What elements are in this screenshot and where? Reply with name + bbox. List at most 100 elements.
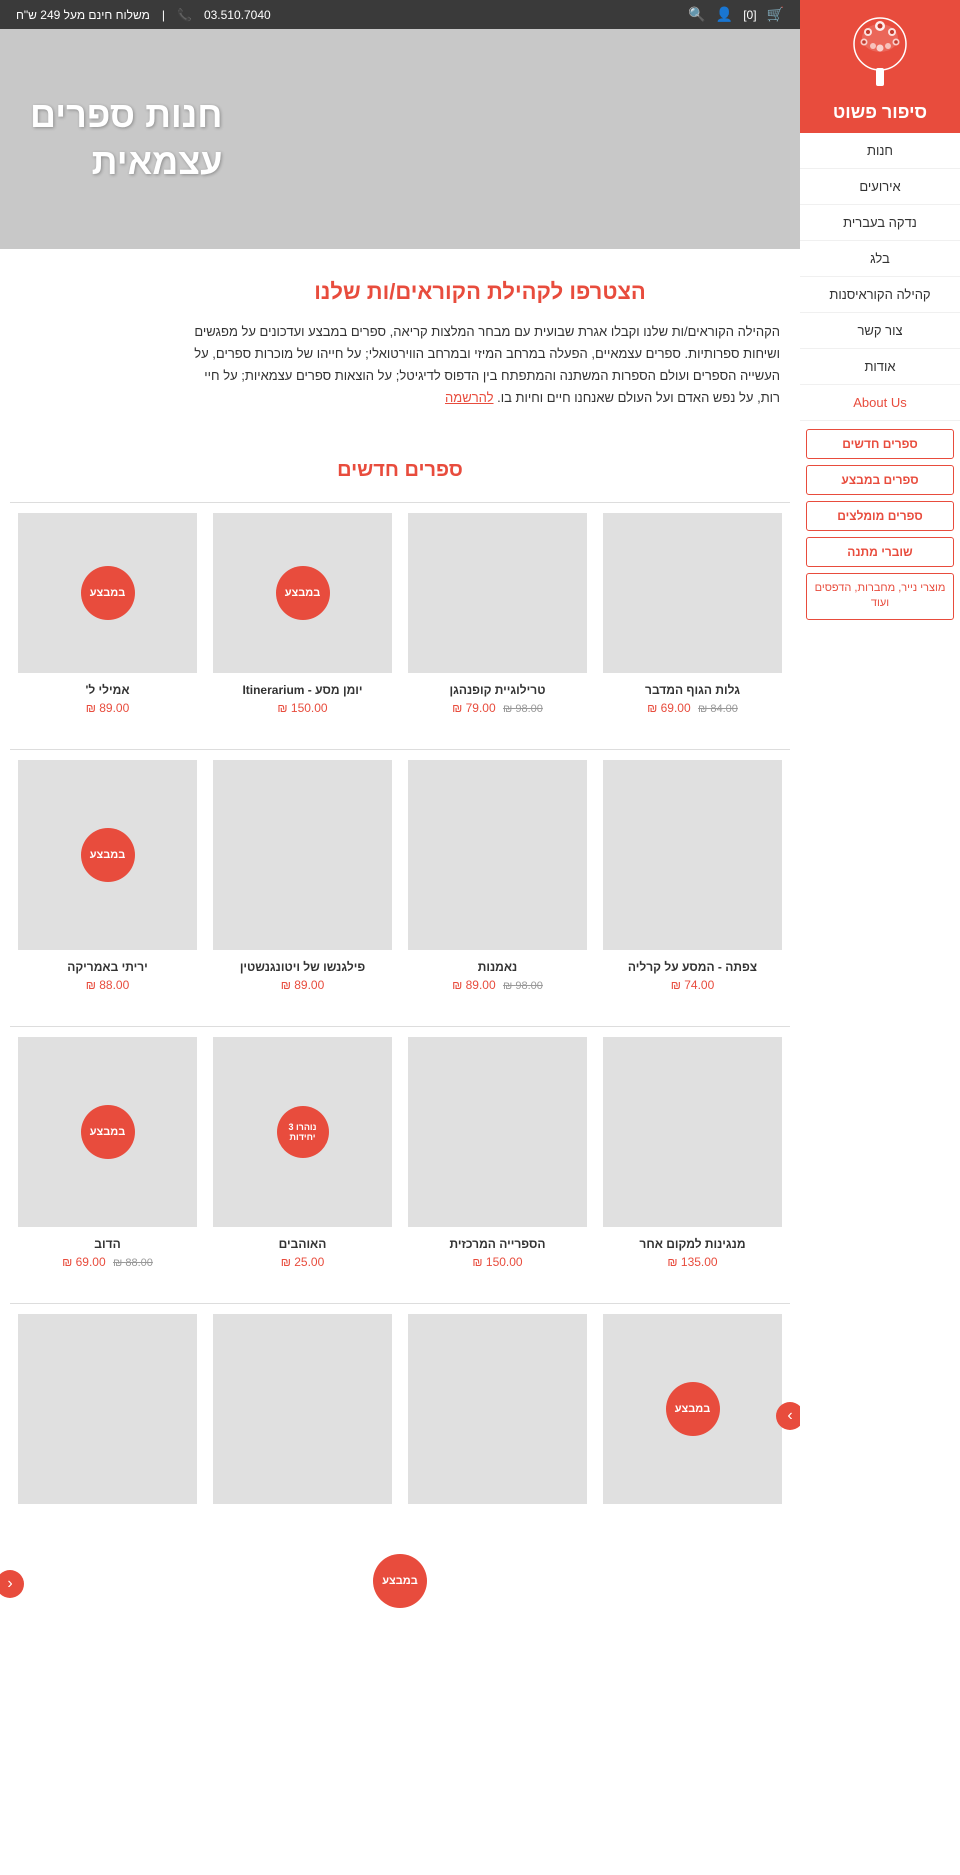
logo-text: סיפור פשוט [810,102,950,123]
topbar-left: 🛒 [0] 👤 🔍 [688,6,784,23]
book-item: טרילוגיית קופנהגן 98.00 ₪ 79.00 ₪ [400,502,595,729]
btn-new-books[interactable]: ספרים חדשים [806,429,954,459]
badge-sale[interactable]: במבצע [81,1105,135,1159]
books-grid-2: צפתה - המסע על קרליה 74.00 ₪ נאמנות 98.0… [10,749,790,1006]
book-item [10,1303,205,1528]
book-price: 88.00 ₪ [18,978,197,992]
book-price: 25.00 ₪ [213,1255,392,1269]
book-item: הספרייה המרכזית 150.00 ₪ [400,1026,595,1283]
book-cover [408,760,587,950]
book-price: 89.00 ₪ [18,701,197,715]
phone-icon: 📞 [177,8,192,22]
sidebar: סיפור פשוט חנות אירועים נדקה בעברית בלג … [800,0,960,1875]
book-price: 84.00 ₪ 69.00 ₪ [603,701,782,715]
books-grid-1: גלות הגוף המדבר 84.00 ₪ 69.00 ₪ טרילוגיי… [10,502,790,729]
nav-item-hebrew[interactable]: נדקה בעברית [800,205,960,241]
btn-gift-voucher[interactable]: שוברי מתנה [806,537,954,567]
book-cover: במבצע [213,513,392,673]
shipping-text: משלוח חינם מעל 249 ש"ח [16,8,150,22]
book-item: במבצע יריתי באמריקה 88.00 ₪ [10,749,205,1006]
book-cover [213,760,392,950]
book-cover [603,760,782,950]
book-cover [408,1314,587,1504]
book-item: נוהרו 3 יחידות האוהבים 25.00 ₪ [205,1026,400,1283]
book-title: גלות הגוף המדבר [603,683,782,697]
book-cover: נוהרו 3 יחידות [213,1037,392,1227]
book-cover [603,513,782,673]
book-title: מנגינות למקום אחר [603,1237,782,1251]
book-title: פילגנשו של ויטונגנשטין [213,960,392,974]
badge-sale[interactable]: במבצע [81,828,135,882]
nav-item-about-he[interactable]: אודות [800,349,960,385]
book-title: צפתה - המסע על קרליה [603,960,782,974]
btn-recommended-books[interactable]: ספרים מומלצים [806,501,954,531]
btn-paper-products[interactable]: מוצרי נייר, מחברות, הדפסים ועוד [806,573,954,620]
hero-banner: חנות ספרים עצמאית [0,29,800,249]
book-item: במבצע יומן מסע - Itinerarium 150.00 ₪ [205,502,400,729]
nav-item-community[interactable]: קהילה הקוראיסנות [800,277,960,313]
book-price: 135.00 ₪ [603,1255,782,1269]
phone-number: 03.510.7040 [204,8,271,22]
books-row-1: גלות הגוף המדבר 84.00 ₪ 69.00 ₪ טרילוגיי… [10,502,790,729]
book-item [400,1303,595,1528]
book-price: 74.00 ₪ [603,978,782,992]
book-price-old: 88.00 ₪ [113,1257,153,1269]
sidebar-buttons: ספרים חדשים ספרים במבצע ספרים מומלצים שו… [800,421,960,628]
join-section: הצטרפו לקהילת הקוראים/ות שלנו הקהילה הקו… [160,249,800,429]
badge-sale[interactable]: במבצע [276,566,330,620]
book-price-old: 84.00 ₪ [698,703,738,715]
book-item: צפתה - המסע על קרליה 74.00 ₪ [595,749,790,1006]
book-price: 88.00 ₪ 69.00 ₪ [18,1255,197,1269]
nav-item-contact[interactable]: צור קשר [800,313,960,349]
hero-title: חנות ספרים עצמאית [30,92,223,186]
badge-sale[interactable]: במבצע [666,1382,720,1436]
book-title: יריתי באמריקה [18,960,197,974]
search-icon[interactable]: 🔍 [688,6,705,23]
books-grid-3: מנגינות למקום אחר 135.00 ₪ הספרייה המרכז… [10,1026,790,1283]
book-title: הדוב [18,1237,197,1251]
arrow-left[interactable]: ‹ [0,1570,24,1598]
nav-item-home[interactable]: חנות [800,133,960,169]
book-title: האוהבים [213,1237,392,1251]
book-price: 150.00 ₪ [213,701,392,715]
btn-sale-books[interactable]: ספרים במבצע [806,465,954,495]
join-link[interactable]: להרשמה [445,390,493,405]
book-title: אמילי ל' [18,683,197,697]
books-section: ספרים חדשים גלות הגוף המדבר 84.00 ₪ 69.0… [0,429,800,1578]
book-cover: במבצע [18,760,197,950]
books-grid-4: במבצע [10,1303,790,1528]
user-icon[interactable]: 👤 [716,6,733,23]
separator: | [162,8,165,22]
book-title: טרילוגיית קופנהגן [408,683,587,697]
nav-item-about-en[interactable]: About Us [800,385,960,421]
book-price: 98.00 ₪ 79.00 ₪ [408,701,587,715]
books-row-4: במבצע › ‹ במבצע [10,1303,790,1528]
tree-icon [840,16,920,96]
book-price: 150.00 ₪ [408,1255,587,1269]
badge-sale[interactable]: במבצע [81,566,135,620]
book-item: במבצע אמילי ל' 89.00 ₪ [10,502,205,729]
badge-sale-bottom[interactable]: במבצע [373,1554,427,1608]
cart-icon[interactable]: 🛒 [767,6,784,23]
book-item: גלות הגוף המדבר 84.00 ₪ 69.00 ₪ [595,502,790,729]
book-cover [408,513,587,673]
book-title: יומן מסע - Itinerarium [213,683,392,697]
book-cover: במבצע [18,513,197,673]
book-title: נאמנות [408,960,587,974]
badge-units[interactable]: נוהרו 3 יחידות [277,1106,329,1158]
book-cover [213,1314,392,1504]
main-content: 🛒 [0] 👤 🔍 03.510.7040 📞 | משלוח חינם מעל… [0,0,800,1875]
join-title: הצטרפו לקהילת הקוראים/ות שלנו [180,279,780,305]
book-cover [603,1037,782,1227]
book-item [205,1303,400,1528]
cart-count: [0] [743,8,756,22]
topbar-right: 03.510.7040 📞 | משלוח חינם מעל 249 ש"ח [16,8,271,22]
book-item: מנגינות למקום אחר 135.00 ₪ [595,1026,790,1283]
book-price: 89.00 ₪ [213,978,392,992]
nav-item-events[interactable]: אירועים [800,169,960,205]
book-cover: במבצע [603,1314,782,1504]
nav-item-blog[interactable]: בלג [800,241,960,277]
arrow-right[interactable]: › [776,1402,800,1430]
books-row-3: מנגינות למקום אחר 135.00 ₪ הספרייה המרכז… [10,1026,790,1283]
book-cover [18,1314,197,1504]
